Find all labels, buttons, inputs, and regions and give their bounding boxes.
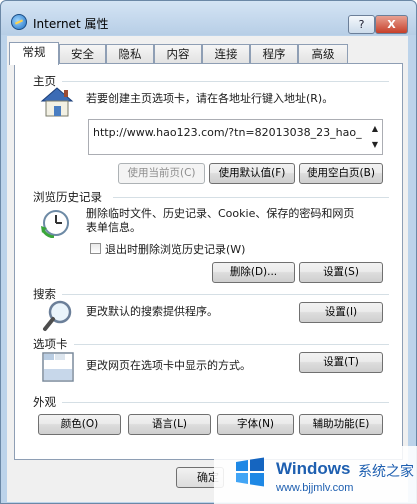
history-clock-icon bbox=[41, 210, 69, 238]
window-title: Internet 属性 bbox=[33, 17, 109, 31]
use-default-button[interactable]: 使用默认值(F) bbox=[209, 163, 295, 184]
homepage-description: 若要创建主页选项卡，请在各地址行键入地址(R)。 bbox=[86, 92, 334, 105]
tabs-settings-button[interactable]: 设置(T) bbox=[299, 352, 383, 373]
tab-advanced[interactable]: 高级 bbox=[298, 44, 348, 64]
tab-privacy[interactable]: 隐私 bbox=[106, 44, 154, 64]
tab-connections[interactable]: 连接 bbox=[202, 44, 250, 64]
help-button[interactable]: ? bbox=[348, 15, 375, 34]
tab-programs[interactable]: 程序 bbox=[250, 44, 298, 64]
history-description-line1: 删除临时文件、历史记录、Cookie、保存的密码和网页 bbox=[86, 207, 355, 220]
delete-history-button[interactable]: 删除(D)... bbox=[212, 262, 295, 283]
accessibility-button[interactable]: 辅助功能(E) bbox=[299, 414, 383, 435]
fonts-button[interactable]: 字体(N) bbox=[217, 414, 294, 435]
scroll-down-arrow-icon[interactable]: ▼ bbox=[369, 139, 381, 151]
tabs-heading: 选项卡 bbox=[33, 337, 68, 351]
colors-button[interactable]: 颜色(O) bbox=[38, 414, 121, 435]
history-heading: 浏览历史记录 bbox=[33, 190, 102, 204]
history-settings-button[interactable]: 设置(S) bbox=[299, 262, 383, 283]
tab-content[interactable]: 内容 bbox=[154, 44, 202, 64]
use-current-page-button[interactable]: 使用当前页(C) bbox=[118, 163, 205, 184]
delete-history-on-exit-checkbox[interactable] bbox=[90, 243, 101, 254]
use-blank-button[interactable]: 使用空白页(B) bbox=[299, 163, 383, 184]
homepage-address-field[interactable]: http://www.hao123.com/?tn=82013038_23_ha… bbox=[88, 119, 383, 155]
scroll-up-arrow-icon[interactable]: ▲ bbox=[369, 123, 381, 135]
home-icon bbox=[40, 87, 74, 117]
appearance-heading: 外观 bbox=[33, 395, 56, 409]
homepage-divider bbox=[62, 81, 389, 82]
appearance-divider bbox=[62, 402, 389, 403]
magnifier-icon bbox=[43, 300, 72, 331]
tab-security[interactable]: 安全 bbox=[59, 44, 106, 64]
title-bar: Internet 属性 ? X bbox=[1, 1, 416, 35]
tabs-divider bbox=[74, 344, 389, 345]
site-watermark: Windows 系统之家 www.bjjmlv.com bbox=[214, 446, 417, 504]
close-button[interactable]: X bbox=[375, 15, 408, 34]
delete-history-on-exit-label[interactable]: 退出时删除浏览历史记录(W) bbox=[105, 241, 245, 257]
watermark-brand-cn: 系统之家 bbox=[358, 464, 414, 480]
history-description-line2: 表单信息。 bbox=[86, 221, 141, 234]
windows-logo-icon bbox=[236, 457, 264, 487]
history-divider bbox=[113, 197, 389, 198]
internet-globe-icon bbox=[11, 14, 27, 30]
tab-general[interactable]: 常规 bbox=[9, 42, 59, 65]
tabs-description: 更改网页在选项卡中显示的方式。 bbox=[86, 359, 251, 372]
languages-button[interactable]: 语言(L) bbox=[128, 414, 211, 435]
tabbed-window-icon bbox=[42, 352, 74, 382]
watermark-url: www.bjjmlv.com bbox=[276, 482, 354, 494]
search-settings-button[interactable]: 设置(I) bbox=[299, 302, 383, 323]
watermark-brand: Windows bbox=[276, 459, 351, 478]
search-description: 更改默认的搜索提供程序。 bbox=[86, 305, 218, 318]
search-divider bbox=[62, 294, 389, 295]
homepage-url-text: http://www.hao123.com/?tn=82013038_23_ha… bbox=[93, 126, 362, 139]
